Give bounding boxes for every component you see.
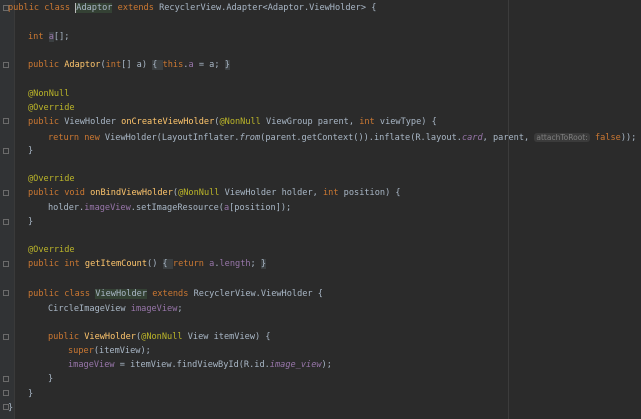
code-line-22[interactable]: } bbox=[8, 402, 13, 415]
code-line-14[interactable]: public int getItemCount() { return a.len… bbox=[28, 258, 267, 271]
code-line-8[interactable]: } bbox=[28, 145, 33, 158]
code-line-6[interactable]: public ViewHolder onCreateViewHolder(@No… bbox=[28, 116, 437, 129]
code-line-20[interactable]: } bbox=[48, 373, 53, 386]
code-line-21[interactable]: } bbox=[28, 388, 33, 401]
code-line-1[interactable]: public class Adaptor extends RecyclerVie… bbox=[8, 2, 376, 15]
code-line-12[interactable]: } bbox=[28, 216, 33, 229]
code-line-13[interactable]: @Override bbox=[28, 244, 75, 257]
code-line-2[interactable]: int a[]; bbox=[28, 31, 69, 44]
code-line-19[interactable]: imageView = itemView.findViewById(R.id.i… bbox=[68, 359, 332, 372]
code-line-5[interactable]: @Override bbox=[28, 102, 75, 115]
code-editor[interactable]: public class Adaptor extends RecyclerVie… bbox=[0, 0, 641, 419]
code-line-17[interactable]: public ViewHolder(@NonNull View itemView… bbox=[48, 331, 271, 344]
parameter-hint: attachToRoot: bbox=[534, 133, 590, 142]
code-line-4[interactable]: @NonNull bbox=[28, 88, 69, 101]
class-name-highlight: Adaptor bbox=[75, 3, 113, 13]
code-line-15[interactable]: public class ViewHolder extends Recycler… bbox=[28, 288, 323, 301]
code-line-11[interactable]: holder.imageView.setImageResource(a[posi… bbox=[48, 202, 291, 215]
code-line-16[interactable]: CircleImageView imageView; bbox=[48, 303, 183, 316]
code-line-9[interactable]: @Override bbox=[28, 173, 75, 186]
code-line-18[interactable]: super(itemView); bbox=[68, 345, 151, 358]
code-line-3[interactable]: public Adaptor(int[] a) { this.a = a; } bbox=[28, 59, 230, 72]
code-line-7[interactable]: return new ViewHolder(LayoutInflater.fro… bbox=[48, 131, 636, 144]
code-line-10[interactable]: public void onBindViewHolder(@NonNull Vi… bbox=[28, 187, 401, 200]
